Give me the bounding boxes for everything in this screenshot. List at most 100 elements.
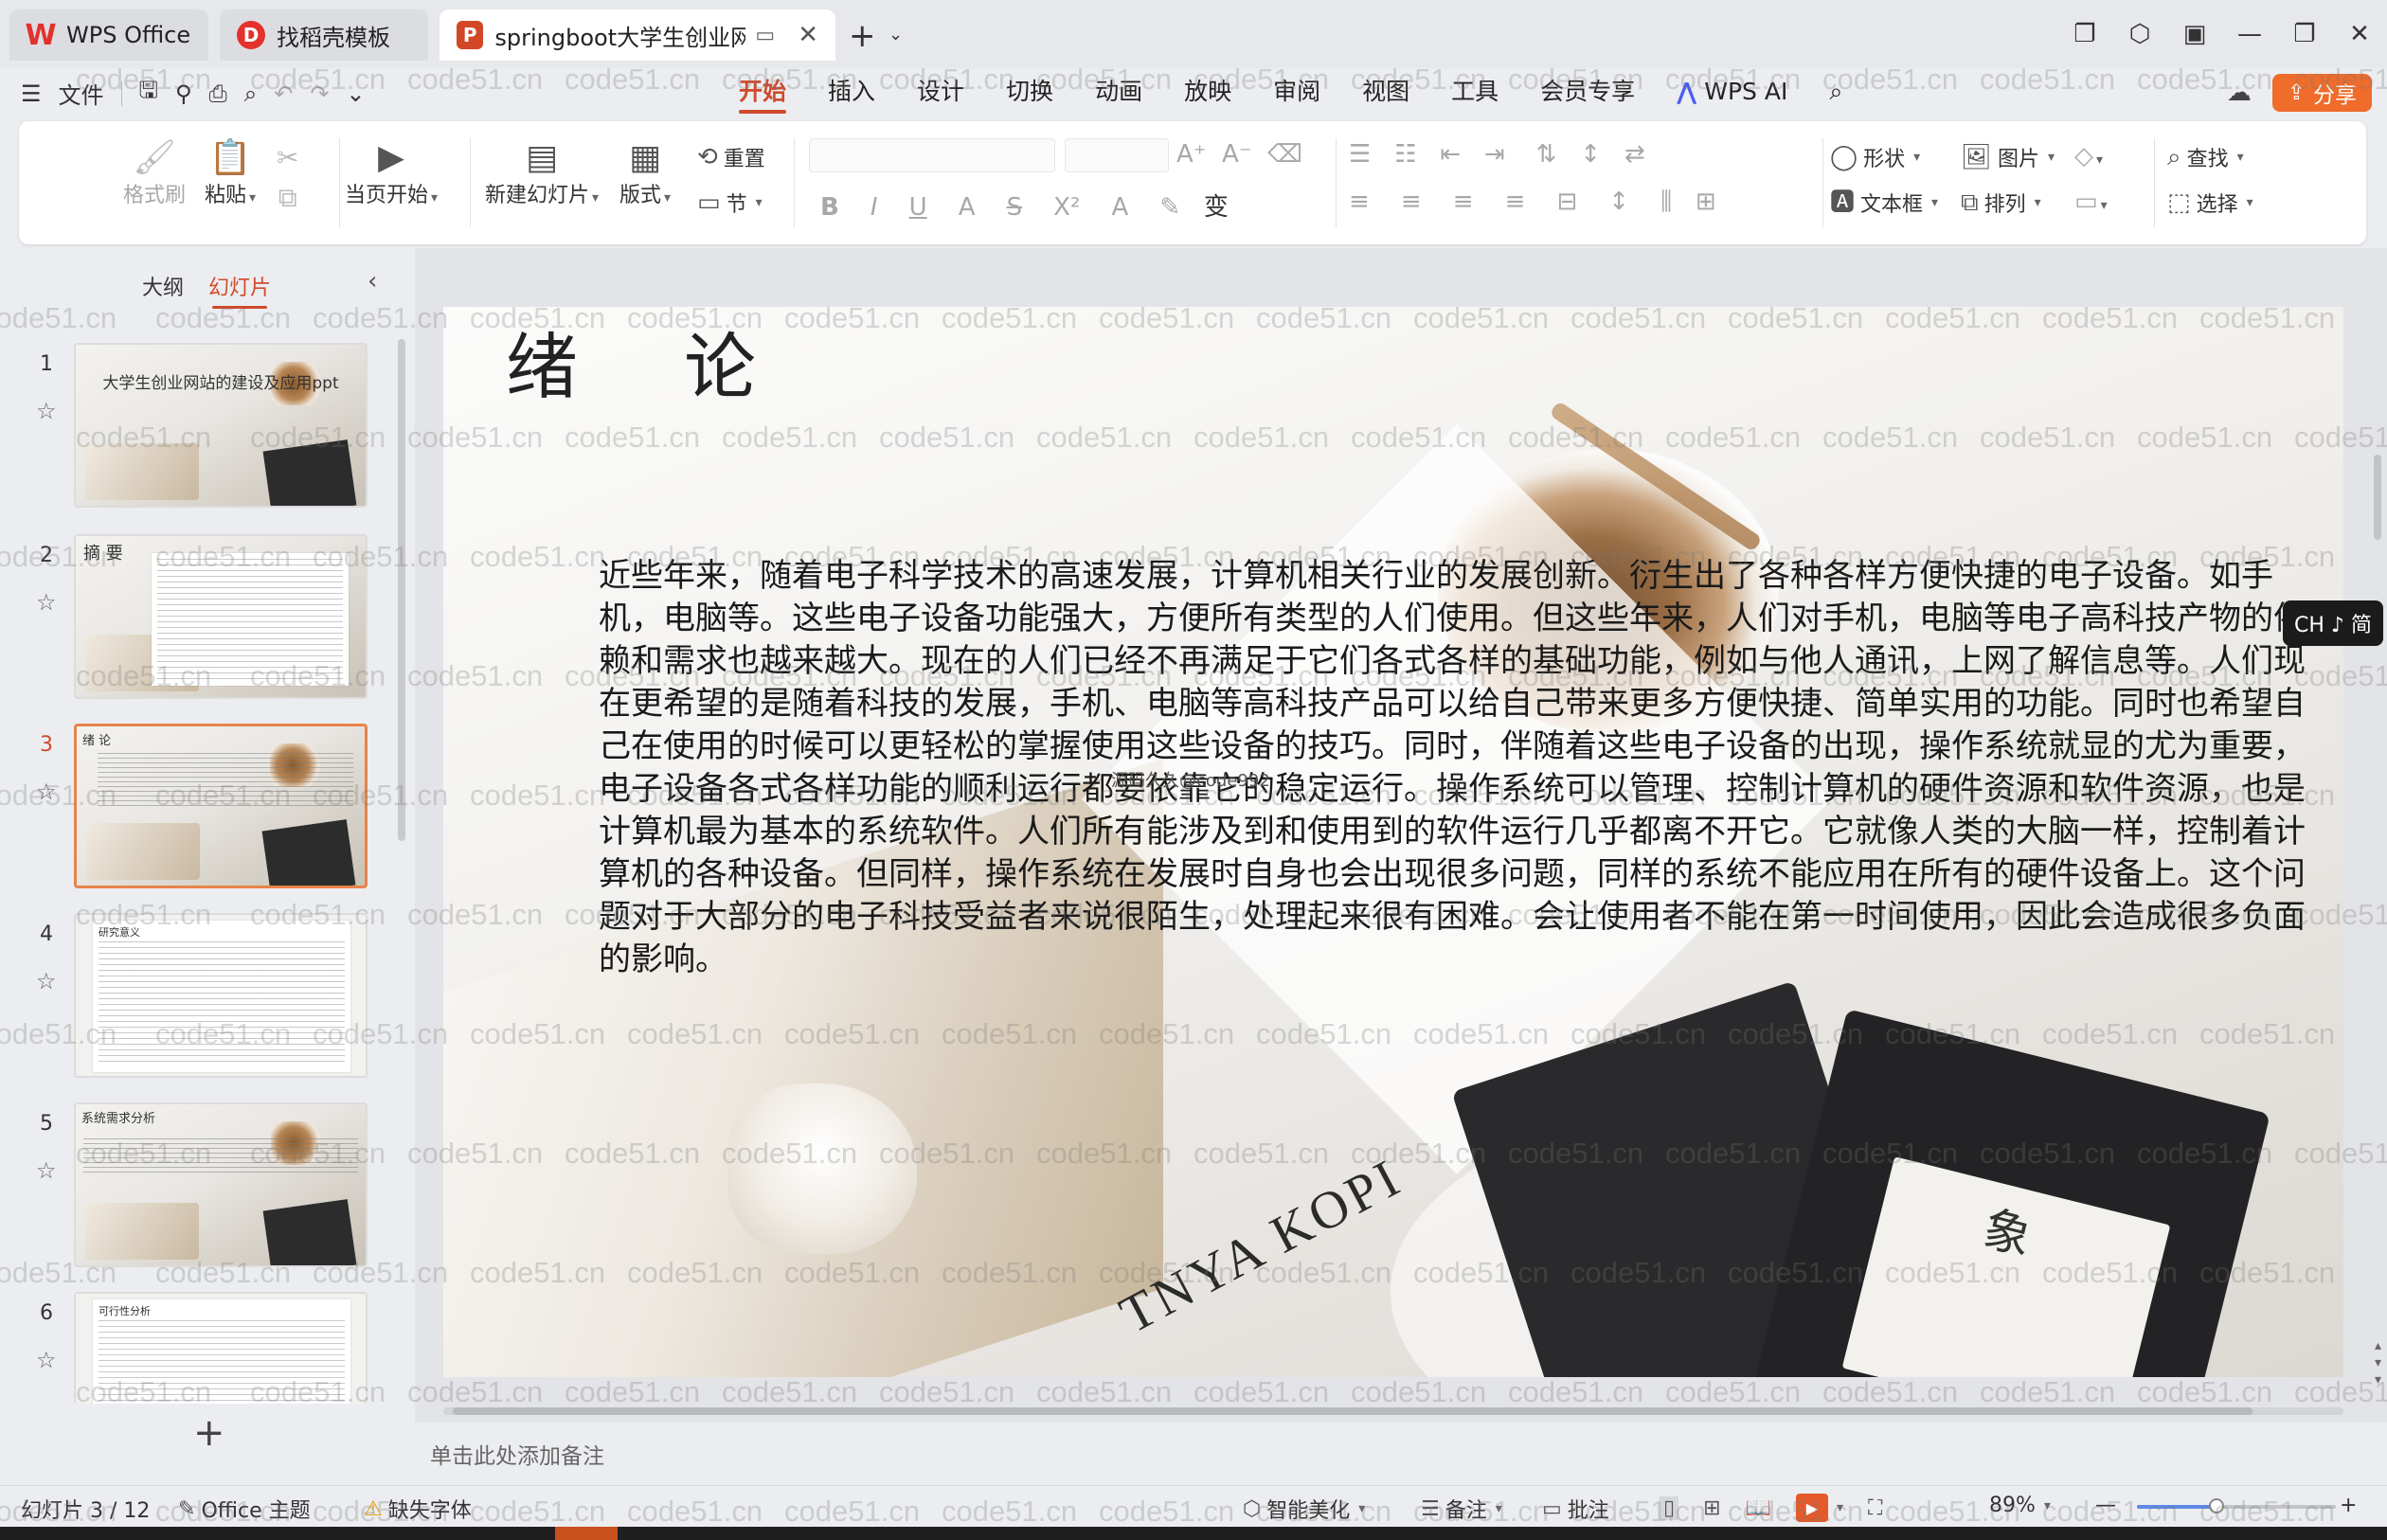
slide-canvas[interactable]: 象 TNYA KOPI 绪 论 近些年来，随着电子科学技术的高速发展，计算机相关…	[443, 307, 2343, 1377]
cloud-upload-icon[interactable]: ☁	[2227, 79, 2252, 107]
notes-pane[interactable]: 单击此处添加备注	[415, 1423, 2387, 1481]
textbox-button[interactable]: 🅰 文本框 ▾	[1830, 188, 1938, 218]
save-icon[interactable]: 🖫	[139, 74, 158, 113]
cut-button[interactable]: ✂ ⧉	[277, 138, 298, 218]
zoom-out-icon[interactable]: —	[2095, 1494, 2116, 1517]
slide-thumbnail-current[interactable]: 绪 论	[74, 724, 368, 888]
outline-button[interactable]: ▭ ▾	[2074, 188, 2108, 216]
slide-thumbnail-row-current[interactable]: 3 ☆ 绪 论	[0, 724, 398, 894]
play-slideshow-icon[interactable]: ▶	[1795, 1494, 1828, 1522]
line-spacing-icon[interactable]: ↕	[1608, 188, 1629, 216]
star-icon[interactable]: ☆	[36, 1347, 57, 1373]
text-direction-icon[interactable]: ⇅	[1536, 140, 1557, 169]
fit-window-icon[interactable]: ⛶	[1868, 1496, 1882, 1520]
zoom-slider-knob[interactable]	[2209, 1498, 2224, 1513]
star-icon[interactable]: ☆	[36, 779, 57, 805]
file-menu[interactable]: 文件	[59, 77, 104, 110]
phonetic-icon[interactable]: 变	[1204, 193, 1229, 222]
bold-icon[interactable]: B	[820, 193, 839, 222]
tab-template-store[interactable]: D 找稻壳模板	[220, 9, 428, 61]
new-slide-button[interactable]: ▤ 新建幻灯片 ▾	[485, 138, 599, 208]
slide-thumbnail[interactable]: 研究意义	[74, 913, 368, 1078]
collapse-panel-icon[interactable]: ‹	[368, 267, 377, 295]
monitor-icon[interactable]: ▭	[755, 24, 775, 47]
format-painter-button[interactable]: 🖌 格式刷	[123, 138, 186, 208]
scroll-arrows[interactable]: ▴ ▾ ▾	[2375, 1337, 2381, 1388]
fill-color-button[interactable]: ◇ ▾	[2074, 142, 2103, 170]
align-left-icon[interactable]: ≡	[1349, 188, 1370, 216]
section-button[interactable]: ▭ 节 ▾	[697, 188, 763, 218]
window-layout-icon[interactable]: ❐	[2057, 20, 2112, 48]
sorter-view-icon[interactable]: ⊞	[1703, 1496, 1720, 1520]
minimize-icon[interactable]: —	[2222, 20, 2277, 48]
star-icon[interactable]: ☆	[36, 589, 57, 616]
font-size-select[interactable]	[1065, 138, 1169, 172]
tab-transitions[interactable]: 切换	[1006, 68, 1053, 116]
highlight-icon[interactable]: ✎	[1159, 193, 1180, 222]
slide-body-text[interactable]: 近些年来，随着电子科学技术的高速发展，计算机相关行业的发展创新。衍生出了各种各样…	[599, 555, 2332, 981]
play-from-current-button[interactable]: ▶ 当页开始 ▾	[345, 138, 438, 208]
close-tab-icon[interactable]: ✕	[798, 21, 818, 49]
increase-font-icon[interactable]: A⁺	[1176, 140, 1207, 169]
tab-slides[interactable]: 幻灯片	[208, 271, 271, 309]
print-preview-icon[interactable]: ⌕	[244, 81, 257, 107]
share-button[interactable]: ⇪ 分享	[2271, 74, 2372, 112]
layout-button[interactable]: ▦ 版式 ▾	[619, 138, 671, 208]
notes-button[interactable]: ☰ 备注 ▾	[1421, 1494, 1502, 1524]
slide-thumbnail-row[interactable]: 5 ☆ 系统需求分析	[0, 1102, 398, 1273]
print-icon[interactable]: ⎙	[209, 81, 227, 107]
vertical-scrollbar[interactable]	[2374, 455, 2381, 540]
avatar[interactable]: ▣	[2167, 20, 2222, 48]
slide-thumbnail-row[interactable]: 1 ☆ 大学生创业网站的建设及应用ppt	[0, 343, 398, 513]
zoom-in-icon[interactable]: +	[2340, 1494, 2357, 1517]
picture-button[interactable]: 🖼 图片 ▾	[1961, 142, 2055, 172]
maximize-icon[interactable]: ❐	[2277, 20, 2332, 48]
reset-button[interactable]: ⟲ 重置	[697, 142, 765, 172]
tab-home[interactable]: 开始	[739, 68, 787, 116]
slide-thumbnail-row[interactable]: 2 ☆ 摘 要	[0, 534, 398, 705]
zoom-select[interactable]: 89% ▾	[1989, 1494, 2051, 1517]
panel-scrollbar[interactable]	[398, 339, 405, 841]
redo-icon[interactable]: ↷	[310, 81, 329, 107]
slide-thumbnail[interactable]: 摘 要	[74, 534, 368, 699]
tab-review[interactable]: 审阅	[1273, 68, 1320, 116]
slide-thumbnail[interactable]: 系统需求分析	[74, 1102, 368, 1267]
slide-thumbnail[interactable]: 可行性分析	[74, 1292, 368, 1404]
reading-view-icon[interactable]: 📖	[1746, 1496, 1771, 1520]
chevron-down-icon[interactable]: ⌄	[346, 81, 365, 107]
italic-icon[interactable]: I	[870, 193, 878, 222]
input-method-indicator[interactable]: CH ♪ 简	[2283, 600, 2383, 646]
comments-button[interactable]: ▭ 批注	[1542, 1494, 1609, 1524]
tab-animations[interactable]: 动画	[1095, 68, 1142, 116]
decrease-font-icon[interactable]: A⁻	[1222, 140, 1252, 169]
tab-current-document[interactable]: P springboot大学生创业网站的 ▭ ✕	[440, 9, 835, 61]
cube-icon[interactable]: ⬡	[2112, 20, 2167, 48]
taskbar-app[interactable]	[555, 1527, 618, 1540]
slide-thumbnail-row[interactable]: 4 ☆ 研究意义	[0, 913, 398, 1083]
cloud-icon[interactable]: ⚲	[175, 81, 192, 107]
align-center-icon[interactable]: ≡	[1401, 188, 1422, 216]
font-color-icon[interactable]: A	[1111, 193, 1128, 222]
tab-insert[interactable]: 插入	[828, 68, 875, 116]
increase-indent-icon[interactable]: ⇥	[1484, 140, 1505, 169]
tab-design[interactable]: 设计	[917, 68, 964, 116]
smart-beautify-button[interactable]: ⬡ 智能美化 ▾	[1243, 1494, 1365, 1524]
notes-placeholder[interactable]: 单击此处添加备注	[430, 1438, 604, 1470]
vertical-align-icon[interactable]: ⊞	[1696, 188, 1716, 216]
new-tab-icon[interactable]: +	[849, 17, 876, 55]
horizontal-scrollbar[interactable]	[453, 1407, 2252, 1415]
column-icon[interactable]: ⫼	[1660, 188, 1672, 216]
arrange-button[interactable]: ⧉ 排列 ▾	[1961, 188, 2041, 218]
font-family-select[interactable]	[809, 138, 1055, 172]
find-button[interactable]: ⌕ 查找 ▾	[2167, 142, 2244, 172]
distribute-icon[interactable]: ⊟	[1556, 188, 1577, 216]
tab-member[interactable]: 会员专享	[1540, 68, 1635, 116]
chevron-down-icon[interactable]: ⌄	[888, 25, 903, 45]
add-slide-icon[interactable]: +	[193, 1411, 225, 1455]
decrease-indent-icon[interactable]: ⇤	[1440, 140, 1461, 169]
tab-wps-office[interactable]: W WPS Office	[9, 9, 208, 61]
slide-thumbnail-row[interactable]: 6 ☆ 可行性分析	[0, 1292, 398, 1406]
align-right-icon[interactable]: ≡	[1453, 188, 1474, 216]
tab-view[interactable]: 视图	[1362, 68, 1409, 116]
missing-font-button[interactable]: ⚠ 缺失字体	[364, 1494, 472, 1524]
